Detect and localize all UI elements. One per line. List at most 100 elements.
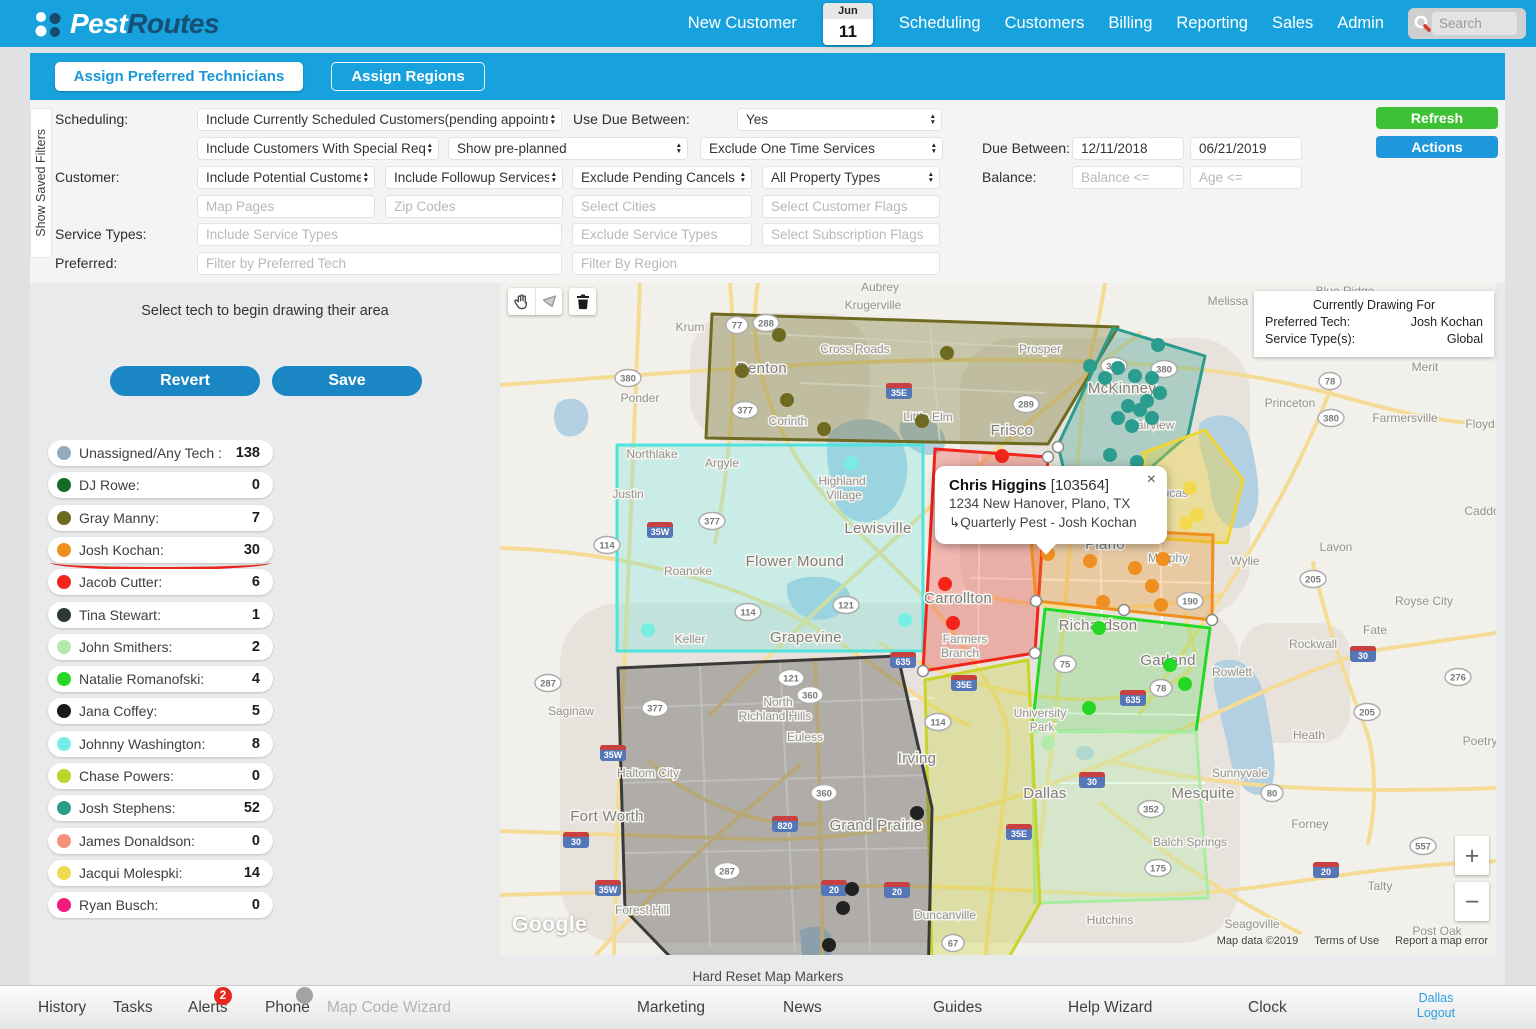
tab-assign-preferred-technicians[interactable]: Assign Preferred Technicians bbox=[55, 62, 303, 91]
customer-dot[interactable] bbox=[938, 577, 952, 591]
region-vertex-handle[interactable] bbox=[1030, 648, 1041, 659]
tech-row-chase-powers[interactable]: Chase Powers:0 bbox=[48, 763, 273, 789]
customer-dot[interactable] bbox=[1103, 448, 1117, 462]
tab-assign-regions[interactable]: Assign Regions bbox=[331, 62, 485, 91]
customer-dot[interactable] bbox=[898, 613, 912, 627]
filter-preferred-tech-input[interactable] bbox=[197, 252, 562, 275]
tech-row-johnny-washington[interactable]: Johnny Washington:8 bbox=[48, 731, 273, 757]
map-pages-input[interactable] bbox=[197, 195, 375, 218]
refresh-button[interactable]: Refresh bbox=[1376, 107, 1498, 129]
customer-dot[interactable] bbox=[1183, 481, 1197, 495]
customer-dot[interactable] bbox=[1153, 386, 1167, 400]
tech-row-james-donaldson[interactable]: James Donaldson:0 bbox=[48, 828, 273, 854]
potential-customers-select[interactable]: Include Potential Customers▲▼ bbox=[197, 166, 375, 189]
tech-row-josh-kochan[interactable]: Josh Kochan:30 bbox=[48, 537, 273, 563]
customer-dot[interactable] bbox=[845, 882, 859, 896]
customer-dot[interactable] bbox=[772, 328, 786, 342]
customer-dot[interactable] bbox=[1092, 621, 1106, 635]
tech-row-josh-stephens[interactable]: Josh Stephens:52 bbox=[48, 795, 273, 821]
customer-dot[interactable] bbox=[817, 422, 831, 436]
customer-dot[interactable] bbox=[946, 616, 960, 630]
customer-dot[interactable] bbox=[1179, 516, 1193, 530]
age-input[interactable] bbox=[1190, 166, 1302, 189]
nav-item-scheduling[interactable]: Scheduling bbox=[899, 14, 981, 33]
tech-row-jana-coffey[interactable]: Jana Coffey:5 bbox=[48, 698, 273, 724]
pending-cancels-select[interactable]: Exclude Pending Cancels▲▼ bbox=[572, 166, 752, 189]
customer-dot[interactable] bbox=[910, 806, 924, 820]
revert-button[interactable]: Revert bbox=[110, 366, 260, 396]
customer-dot[interactable] bbox=[1154, 598, 1168, 612]
region-vertex-handle[interactable] bbox=[1043, 452, 1054, 463]
pan-tool-button[interactable] bbox=[508, 288, 535, 315]
bottom-bar-help-wizard[interactable]: Help Wizard bbox=[1068, 986, 1152, 1029]
special-requests-select[interactable]: Include Customers With Special Reques▲▼ bbox=[197, 137, 439, 160]
customer-dot[interactable] bbox=[1111, 411, 1125, 425]
tech-row-gray-manny[interactable]: Gray Manny:7 bbox=[48, 505, 273, 531]
search-icon[interactable] bbox=[1413, 14, 1432, 33]
customer-dot[interactable] bbox=[735, 364, 749, 378]
tech-row-john-smithers[interactable]: John Smithers:2 bbox=[48, 634, 273, 660]
customer-dot[interactable] bbox=[1111, 361, 1125, 375]
map-canvas[interactable]: AubreyKrugervilleKrumDentonCross RoadsPr… bbox=[500, 283, 1496, 955]
zip-codes-input[interactable] bbox=[385, 195, 563, 218]
tech-row-ryan-busch[interactable]: Ryan Busch:0 bbox=[48, 892, 273, 918]
pre-planned-select[interactable]: Show pre-planned▲▼ bbox=[448, 137, 688, 160]
one-time-services-select[interactable]: Exclude One Time Services▲▼ bbox=[700, 137, 943, 160]
tech-row-unassigned-any-tech[interactable]: Unassigned/Any Tech :138 bbox=[48, 440, 273, 466]
region-vertex-handle[interactable] bbox=[1119, 605, 1130, 616]
tech-row-dj-rowe[interactable]: DJ Rowe:0 bbox=[48, 472, 273, 498]
popup-close-icon[interactable]: × bbox=[1147, 471, 1156, 489]
zoom-in-button[interactable]: + bbox=[1455, 836, 1489, 875]
tech-row-natalie-romanofski[interactable]: Natalie Romanofski:4 bbox=[48, 666, 273, 692]
region-vertex-handle[interactable] bbox=[1031, 596, 1042, 607]
actions-button[interactable]: Actions bbox=[1376, 136, 1498, 158]
customer-dot[interactable] bbox=[1041, 736, 1055, 750]
customer-dot[interactable] bbox=[1128, 561, 1142, 575]
nav-date-widget[interactable]: Jun 11 bbox=[823, 3, 873, 45]
nav-item-customers[interactable]: Customers bbox=[1005, 14, 1085, 33]
nav-item-reporting[interactable]: Reporting bbox=[1176, 14, 1248, 33]
zoom-out-button[interactable]: − bbox=[1455, 882, 1489, 921]
nav-item-admin[interactable]: Admin bbox=[1337, 14, 1384, 33]
customer-dot[interactable] bbox=[995, 449, 1009, 463]
use-due-between-select[interactable]: Yes▲▼ bbox=[737, 108, 942, 131]
customer-dot[interactable] bbox=[1121, 399, 1135, 413]
customer-dot[interactable] bbox=[1145, 371, 1159, 385]
bottom-bar-tasks[interactable]: Tasks bbox=[113, 986, 153, 1029]
customer-dot[interactable] bbox=[1151, 338, 1165, 352]
exclude-service-types-input[interactable] bbox=[572, 223, 752, 246]
region-johnny-washington[interactable] bbox=[617, 445, 923, 651]
bottom-bar-news[interactable]: News bbox=[783, 986, 822, 1029]
tech-row-tina-stewart[interactable]: Tina Stewart:1 bbox=[48, 602, 273, 628]
customer-dot[interactable] bbox=[1133, 403, 1147, 417]
region-vertex-handle[interactable] bbox=[1053, 442, 1064, 453]
bottom-bar-history[interactable]: History bbox=[38, 986, 86, 1029]
balance-input[interactable] bbox=[1072, 166, 1184, 189]
customer-dot[interactable] bbox=[1128, 369, 1142, 383]
subscription-flags-input[interactable] bbox=[762, 223, 940, 246]
due-start-input[interactable] bbox=[1072, 137, 1184, 160]
tech-row-jacob-cutter[interactable]: Jacob Cutter:6 bbox=[48, 569, 273, 595]
customer-dot[interactable] bbox=[1145, 411, 1159, 425]
customer-dot[interactable] bbox=[1096, 595, 1110, 609]
customer-flags-input[interactable] bbox=[762, 195, 940, 218]
customer-dot[interactable] bbox=[1083, 554, 1097, 568]
customer-dot[interactable] bbox=[915, 414, 929, 428]
customer-dot[interactable] bbox=[836, 901, 850, 915]
filter-region-input[interactable] bbox=[572, 252, 940, 275]
customer-dot[interactable] bbox=[1082, 701, 1096, 715]
include-service-types-input[interactable] bbox=[197, 223, 562, 246]
report-map-error-link[interactable]: Report a map error bbox=[1395, 935, 1488, 947]
nav-new-customer[interactable]: New Customer bbox=[688, 14, 797, 33]
customer-dot[interactable] bbox=[1098, 371, 1112, 385]
bottom-bar-marketing[interactable]: Marketing bbox=[637, 986, 705, 1029]
customer-dot[interactable] bbox=[1145, 579, 1159, 593]
region-vertex-handle[interactable] bbox=[1207, 615, 1218, 626]
terms-of-use-link[interactable]: Terms of Use bbox=[1314, 935, 1379, 947]
show-saved-filters-tab[interactable]: Show Saved Filters bbox=[30, 108, 52, 258]
region-john-smithers[interactable] bbox=[1032, 731, 1208, 903]
customer-dot[interactable] bbox=[780, 393, 794, 407]
search-input[interactable] bbox=[1432, 12, 1517, 35]
delete-region-button[interactable] bbox=[569, 288, 596, 315]
customer-dot[interactable] bbox=[1156, 552, 1170, 566]
